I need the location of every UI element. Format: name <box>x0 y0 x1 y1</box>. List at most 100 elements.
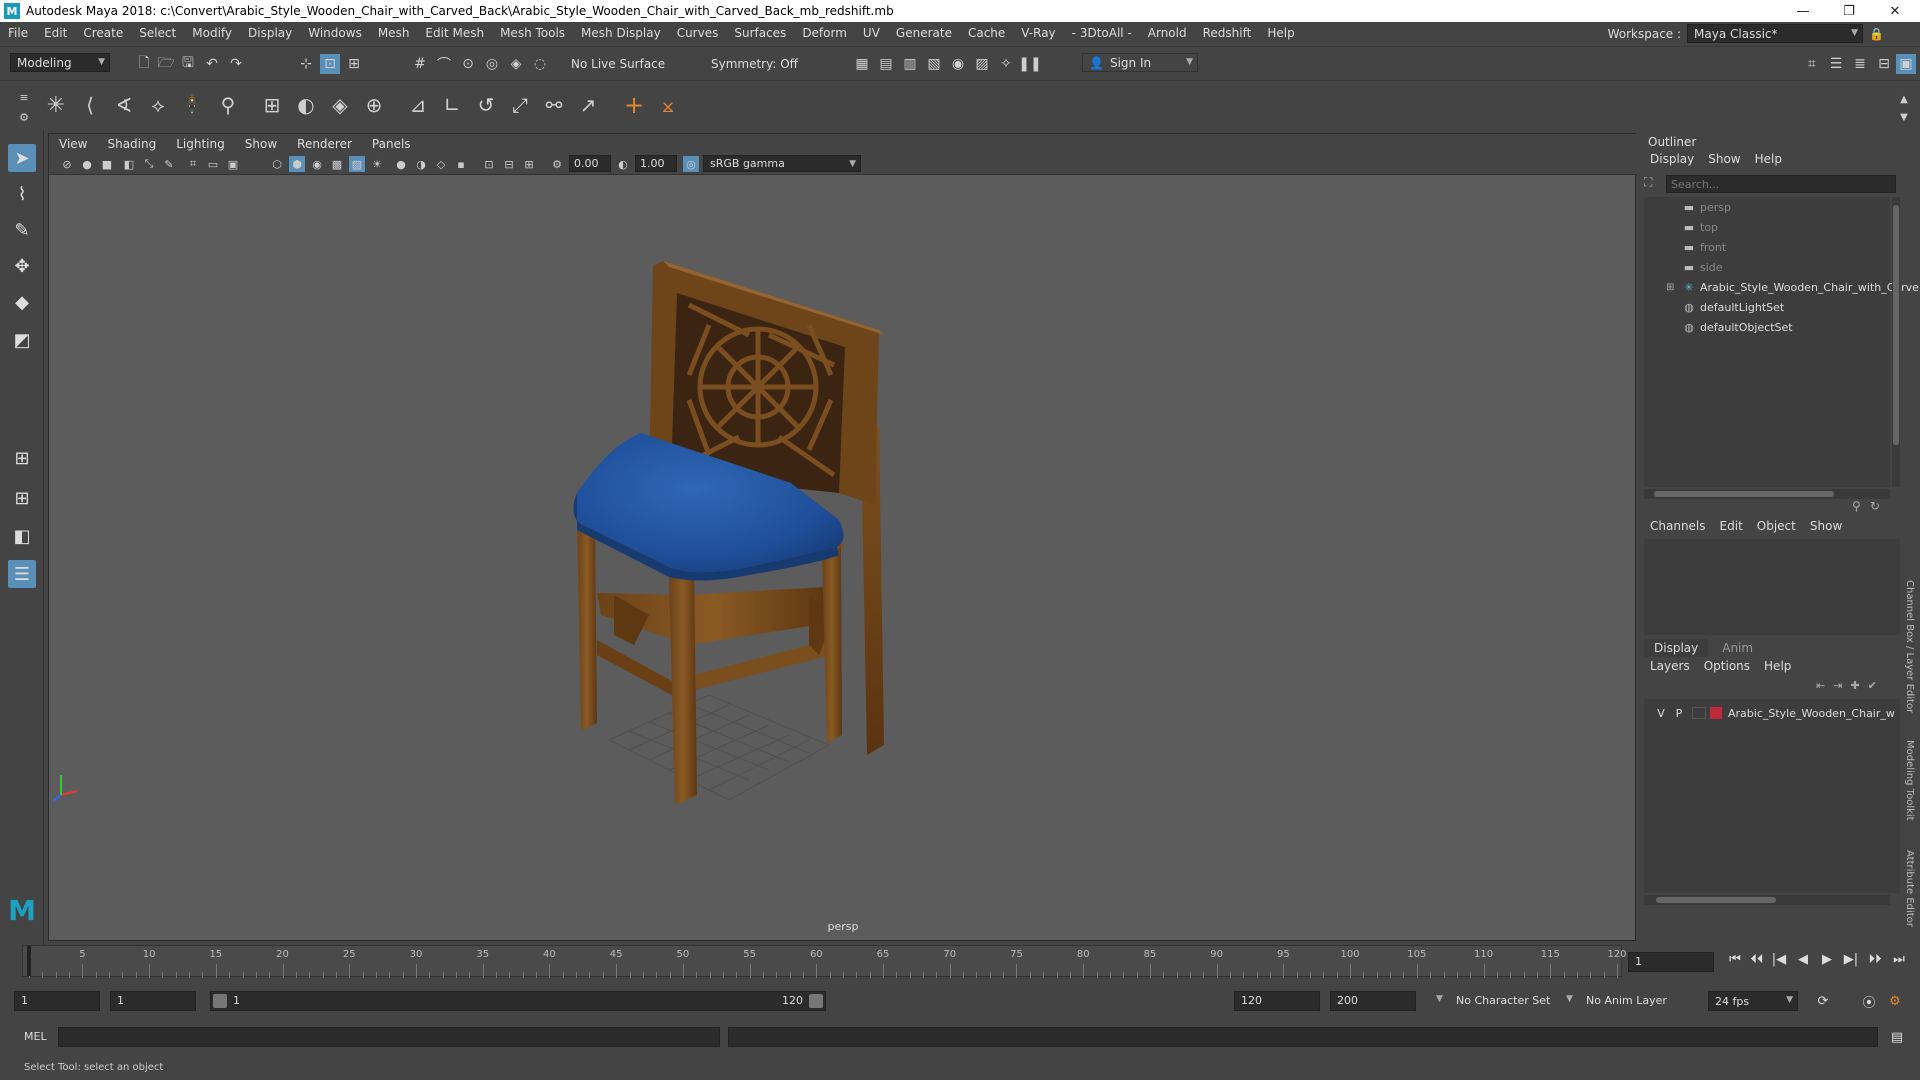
paint-select-icon[interactable]: ✎ <box>8 216 36 244</box>
film-gate-icon[interactable]: ▭ <box>205 156 221 172</box>
select-component-icon[interactable]: ⊞ <box>344 54 364 74</box>
outliner-item-persp[interactable]: ▬ persp <box>1644 197 1890 217</box>
symmetry-dropdown[interactable]: Symmetry: Off <box>705 54 805 73</box>
tab-channel-box-layer-editor[interactable]: Channel Box / Layer Editor <box>1904 580 1915 713</box>
camera-attributes-icon[interactable]: ● <box>79 156 95 172</box>
shadows-icon[interactable]: ☀ <box>369 156 385 172</box>
menu-v-ray[interactable]: V-Ray <box>1013 26 1063 40</box>
viewport-menu-shading[interactable]: Shading <box>97 137 166 151</box>
outliner-item-defaultobjectset[interactable]: ◍ defaultObjectSet <box>1644 317 1890 337</box>
pole-vector-icon[interactable]: ↗ <box>578 93 598 117</box>
cluster-icon[interactable]: ⨲ <box>658 93 678 117</box>
play-backwards-icon[interactable]: ◀ <box>1794 950 1812 968</box>
light-editor-icon[interactable]: ✧ <box>996 54 1016 74</box>
viewport-menu-show[interactable]: Show <box>235 137 287 151</box>
anim-layer-chevron-icon[interactable]: ▼ <box>1566 994 1573 1004</box>
live-surface-field[interactable]: No Live Surface <box>565 54 675 73</box>
viewport-panel[interactable]: View Shading Lighting Show Renderer Panels ⊘ … <box>48 133 1637 941</box>
tab-modeling-toolkit[interactable]: Modeling Toolkit <box>1904 740 1915 821</box>
layer-color-swatch[interactable] <box>1710 707 1722 719</box>
shelf-scroll-down-icon[interactable]: ▼ <box>1894 107 1914 127</box>
range-slider[interactable]: 1 120 <box>210 991 826 1011</box>
view-transform-dropdown[interactable]: sRGB gamma ▼ <box>703 155 861 172</box>
outliner-vscroll[interactable] <box>1892 197 1900 487</box>
smooth-shade-icon[interactable]: ⬢ <box>289 156 305 172</box>
script-language-label[interactable]: MEL <box>24 1030 47 1043</box>
outliner-item-side[interactable]: ▬ side <box>1644 257 1890 277</box>
step-forward-key-icon[interactable]: ⏵⏵ <box>1866 950 1884 968</box>
loop-icon[interactable]: ⟳ <box>1814 992 1832 1010</box>
move-layer-up-icon[interactable]: ⇤ <box>1816 679 1825 692</box>
character-set-label[interactable]: No Character Set <box>1456 994 1550 1007</box>
maximize-icon[interactable]: ❐ <box>1826 0 1872 22</box>
playback-end-field[interactable]: 120 <box>1234 991 1320 1011</box>
motion-blur-icon[interactable]: ◑ <box>413 156 429 172</box>
nurbs-star-icon[interactable]: ✳ <box>46 93 66 118</box>
open-scene-icon[interactable]: 🗁 <box>156 54 176 74</box>
menu-file[interactable]: File <box>0 26 36 40</box>
channel-box-menu-object[interactable]: Object <box>1757 519 1796 533</box>
shelf-menu-icon[interactable]: ≡ <box>14 87 34 107</box>
expand-icon[interactable]: ⊞ <box>1666 282 1674 293</box>
layer-playback-toggle[interactable]: P <box>1670 707 1688 720</box>
outliner-menu-show[interactable]: Show <box>1708 152 1740 166</box>
playback-start-field[interactable]: 1 <box>110 991 196 1011</box>
range-start-handle[interactable] <box>213 994 227 1008</box>
snap-point-icon[interactable]: ⊙ <box>458 54 478 74</box>
skeleton-icon[interactable]: ⚲ <box>218 93 238 117</box>
menu-3dtoall[interactable]: - 3DtoAll - <box>1064 26 1140 40</box>
command-input[interactable] <box>58 1027 720 1047</box>
channel-box-toggle-icon[interactable]: ⊟ <box>1874 54 1894 74</box>
move-tool-icon[interactable]: ✥ <box>8 252 36 280</box>
anim-layer-label[interactable]: No Anim Layer <box>1586 994 1667 1007</box>
outliner-hscroll[interactable] <box>1644 489 1890 499</box>
auto-key-icon[interactable]: ⦿ <box>1860 992 1878 1011</box>
tab-display[interactable]: Display <box>1644 639 1709 657</box>
snap-grid-icon[interactable]: # <box>410 54 430 74</box>
lock-icon[interactable]: 🔒 <box>1869 27 1884 41</box>
gamma-field[interactable]: 1.00 <box>635 155 677 172</box>
ik-spline-icon[interactable]: ∢ <box>114 93 134 117</box>
minimize-icon[interactable]: — <box>1780 0 1826 22</box>
viewport-menu-lighting[interactable]: Lighting <box>166 137 235 151</box>
wireframe-on-shaded-icon[interactable]: ◉ <box>309 156 325 172</box>
step-forward-frame-icon[interactable]: ▶| <box>1842 950 1860 968</box>
play-forwards-icon[interactable]: ▶ <box>1818 950 1836 968</box>
select-tool-icon[interactable]: ➤ <box>8 144 36 172</box>
menu-mesh[interactable]: Mesh <box>370 26 418 40</box>
modeling-toolkit-toggle-icon[interactable]: ⌗ <box>1802 54 1822 74</box>
menu-cache[interactable]: Cache <box>960 26 1013 40</box>
layer-visibility-toggle[interactable]: V <box>1652 707 1670 720</box>
xray-icon[interactable]: ⊟ <box>501 156 517 172</box>
bookmark-icon[interactable]: ■ <box>99 156 115 172</box>
exposure-field[interactable]: 0.00 <box>569 155 611 172</box>
workspace-dropdown[interactable]: Maya Classic* ▼ <box>1687 24 1864 43</box>
menu-create[interactable]: Create <box>75 26 131 40</box>
menu-redshift[interactable]: Redshift <box>1195 26 1260 40</box>
outliner-item-defaultlightset[interactable]: ◍ defaultLightSet <box>1644 297 1890 317</box>
color-management-icon[interactable]: ◎ <box>683 156 699 172</box>
two-d-pan-icon[interactable]: ⤡ <box>141 156 157 172</box>
layer-menu-help[interactable]: Help <box>1764 659 1791 673</box>
viewport-menu-panels[interactable]: Panels <box>362 137 421 151</box>
channel-box-key-icon[interactable]: ⚲ <box>1852 499 1861 513</box>
menu-display[interactable]: Display <box>240 26 300 40</box>
attribute-editor-toggle-icon[interactable]: ☰ <box>1826 54 1846 74</box>
character-set-chevron-icon[interactable]: ▼ <box>1436 994 1443 1004</box>
menu-select[interactable]: Select <box>131 26 184 40</box>
select-object-icon[interactable]: ⊡ <box>320 54 340 74</box>
outliner-item-top[interactable]: ▬ top <box>1644 217 1890 237</box>
current-frame-field[interactable]: 1 <box>1628 952 1714 972</box>
hypershade-icon[interactable]: ◉ <box>948 54 968 74</box>
render-setup-icon[interactable]: ▨ <box>972 54 992 74</box>
menu-modify[interactable]: Modify <box>184 26 240 40</box>
animation-preferences-icon[interactable]: ⚙ <box>1886 992 1904 1010</box>
current-time-marker[interactable] <box>27 946 31 976</box>
locator-icon[interactable]: + <box>624 91 644 119</box>
channel-box-menu-show[interactable]: Show <box>1810 519 1842 533</box>
image-plane-icon[interactable]: ◧ <box>121 156 137 172</box>
outliner-item-front[interactable]: ▬ front <box>1644 237 1890 257</box>
single-perspective-layout-icon[interactable]: ⊞ <box>8 444 36 472</box>
time-ruler[interactable]: 1510152025303540455055606570758085909510… <box>22 945 1627 978</box>
xray-joints-icon[interactable]: ⊞ <box>521 156 537 172</box>
